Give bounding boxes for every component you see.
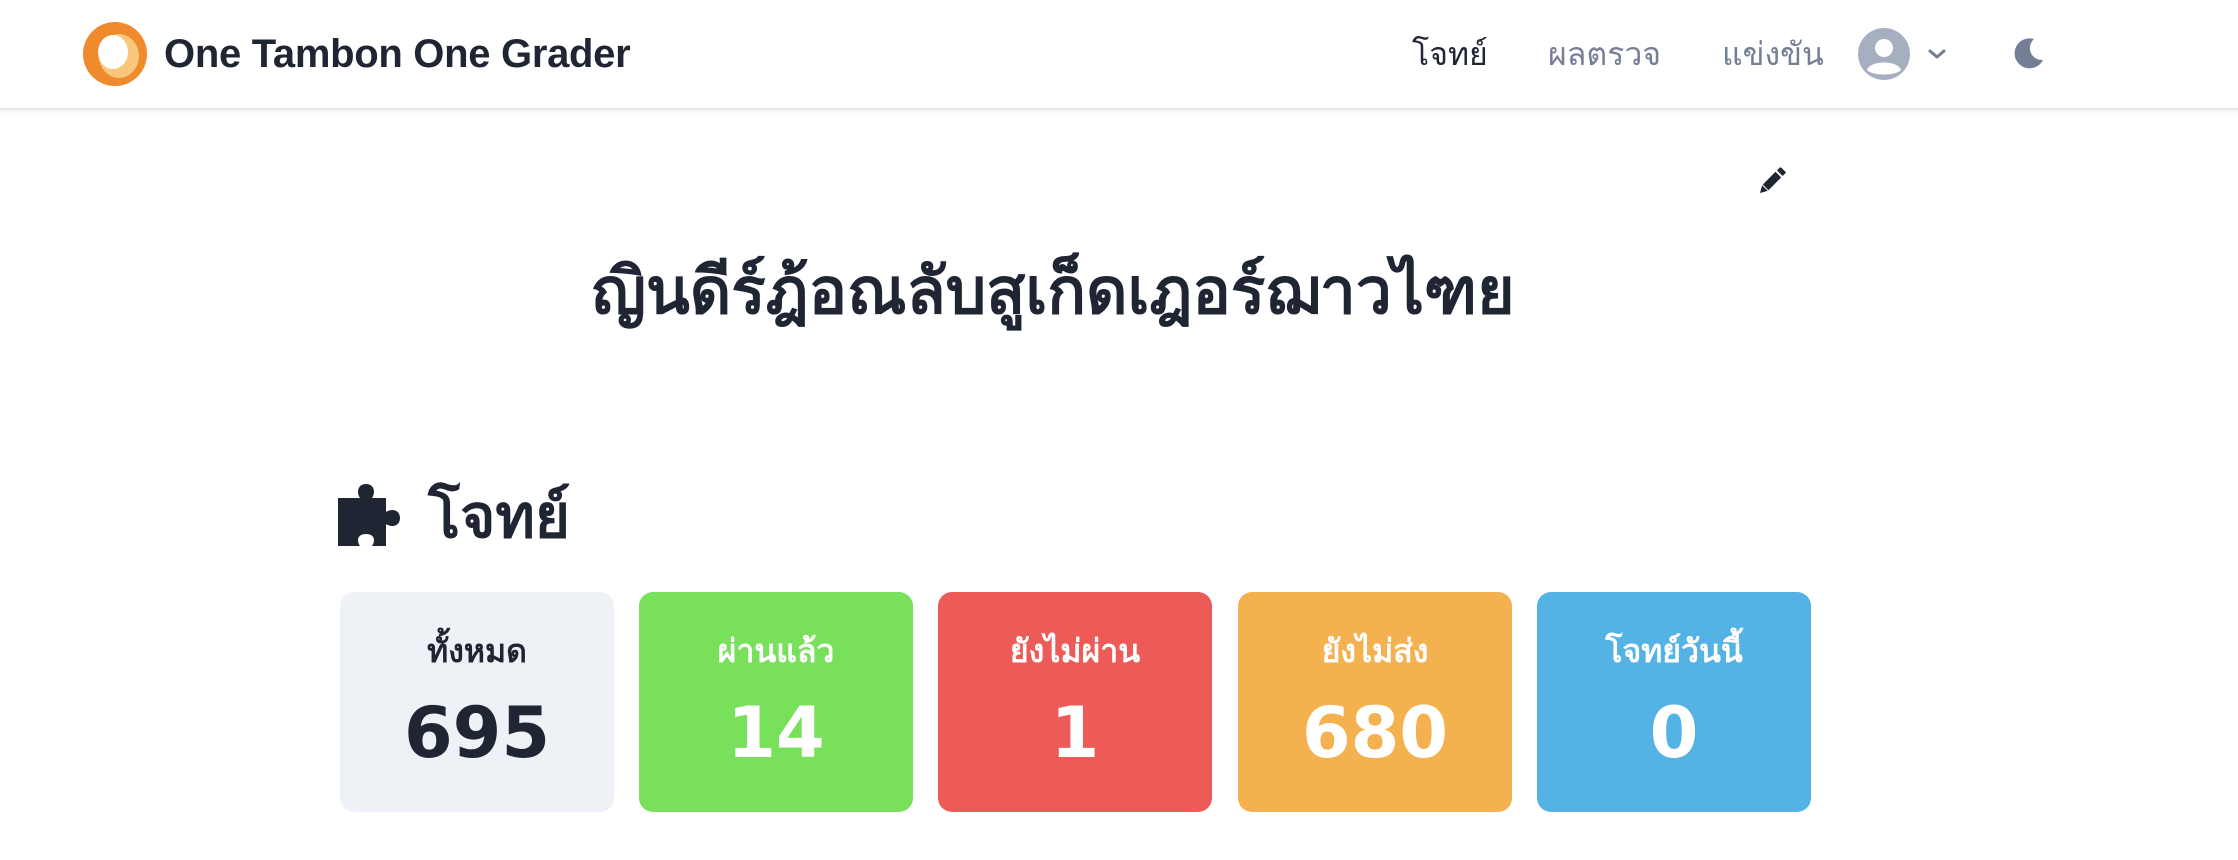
page-title: ญินดีร์ฎ้อณลับสูเก็ดเฎอร์ฌาวไฑย — [591, 255, 1515, 329]
nav-link-tasks[interactable]: โจทย์ — [1412, 30, 1488, 78]
stat-label: ผ่านแล้ว — [717, 632, 835, 670]
stat-card-today[interactable]: โจทย์วันนี้ 0 — [1537, 592, 1811, 812]
pencil-icon[interactable] — [1754, 163, 1790, 199]
stat-value: 0 — [1649, 692, 1699, 774]
brand-home-link[interactable]: One Tambon One Grader — [82, 20, 631, 88]
stat-label: โจทย์วันนี้ — [1605, 632, 1743, 670]
puzzle-icon — [338, 484, 400, 546]
stat-label: ยังไม่ผ่าน — [1009, 632, 1141, 670]
nav-link-contests[interactable]: แข่งขัน — [1722, 30, 1824, 78]
stat-value: 680 — [1301, 692, 1449, 774]
tasks-section-heading: โจทย์ — [338, 478, 570, 554]
section-title: โจทย์ — [428, 481, 571, 552]
stat-label: ทั้งหมด — [427, 632, 527, 670]
stat-card-failed[interactable]: ยังไม่ผ่าน 1 — [938, 592, 1212, 812]
stat-card-passed[interactable]: ผ่านแล้ว 14 — [639, 592, 913, 812]
user-menu-button[interactable] — [1858, 28, 1948, 80]
stat-value: 1 — [1050, 692, 1100, 774]
stat-card-not-submitted[interactable]: ยังไม่ส่ง 680 — [1238, 592, 1512, 812]
stat-value: 695 — [403, 692, 551, 774]
stat-label: ยังไม่ส่ง — [1321, 632, 1429, 670]
brand-name: One Tambon One Grader — [164, 31, 631, 76]
stat-value: 14 — [727, 692, 825, 774]
user-avatar-icon — [1858, 28, 1910, 80]
otog-logo-icon — [83, 22, 147, 86]
top-navbar: One Tambon One Grader โจทย์ ผลตรวจ แข่งข… — [0, 0, 2238, 110]
nav-link-submissions[interactable]: ผลตรวจ — [1548, 30, 1661, 78]
moon-icon[interactable] — [2012, 36, 2046, 70]
stat-card-total[interactable]: ทั้งหมด 695 — [340, 592, 614, 812]
chevron-down-icon — [1928, 49, 1946, 59]
